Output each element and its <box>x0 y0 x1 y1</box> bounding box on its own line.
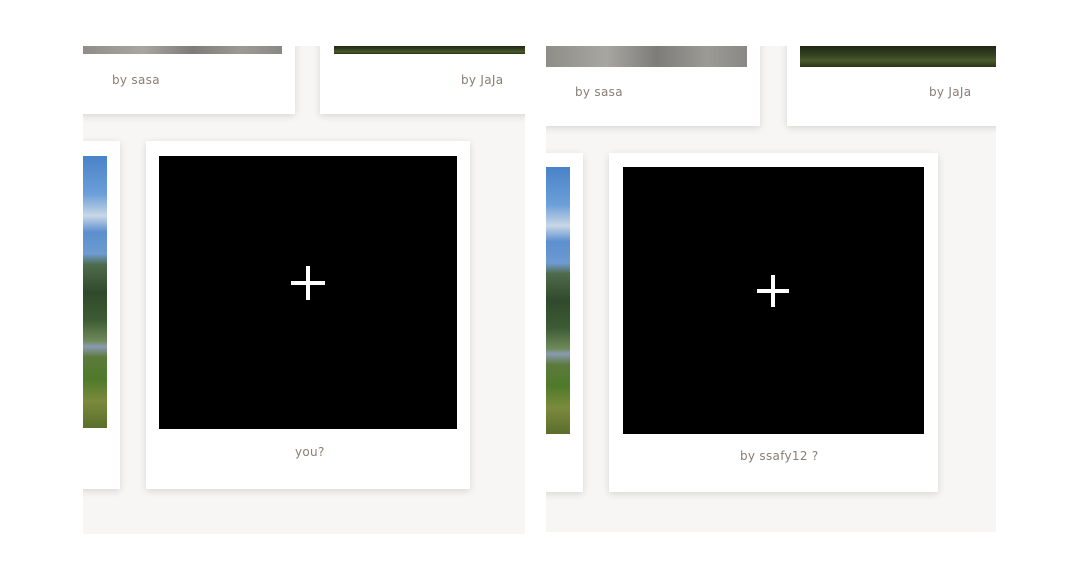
photo-card-sasa[interactable]: by sasa <box>546 46 760 126</box>
add-photo-caption: you? <box>295 445 325 459</box>
photo-thumbnail <box>546 46 747 67</box>
photo-caption: by JaJa <box>461 73 504 87</box>
photo-thumbnail <box>83 46 282 54</box>
photo-caption: by JaJa <box>929 85 972 99</box>
photo-card-sasa[interactable]: by sasa <box>83 46 295 114</box>
photo-caption: by sasa <box>575 85 623 99</box>
photo-card-jaja[interactable]: by JaJa <box>787 46 996 126</box>
photo-caption: by sasa <box>112 73 160 87</box>
gallery-panel-right: by sasa by JaJa by ssafy12 ? <box>546 46 996 532</box>
plus-icon[interactable] <box>291 266 325 300</box>
photo-thumbnail <box>800 46 996 67</box>
photo-thumbnail <box>334 46 525 54</box>
add-photo-caption: by ssafy12 ? <box>740 449 819 463</box>
photo-card-landscape[interactable] <box>83 141 120 489</box>
photo-card-jaja[interactable]: by JaJa <box>320 46 525 114</box>
photo-thumbnail <box>83 156 107 428</box>
photo-card-landscape[interactable] <box>546 153 583 492</box>
add-photo-card[interactable]: by ssafy12 ? <box>609 153 938 492</box>
plus-icon[interactable] <box>757 275 789 307</box>
add-photo-tile[interactable] <box>159 156 457 429</box>
photo-thumbnail <box>546 167 570 434</box>
add-photo-card[interactable]: you? <box>146 141 470 489</box>
add-photo-tile[interactable] <box>623 167 924 434</box>
gallery-panel-left: by sasa by JaJa you? <box>83 46 525 534</box>
